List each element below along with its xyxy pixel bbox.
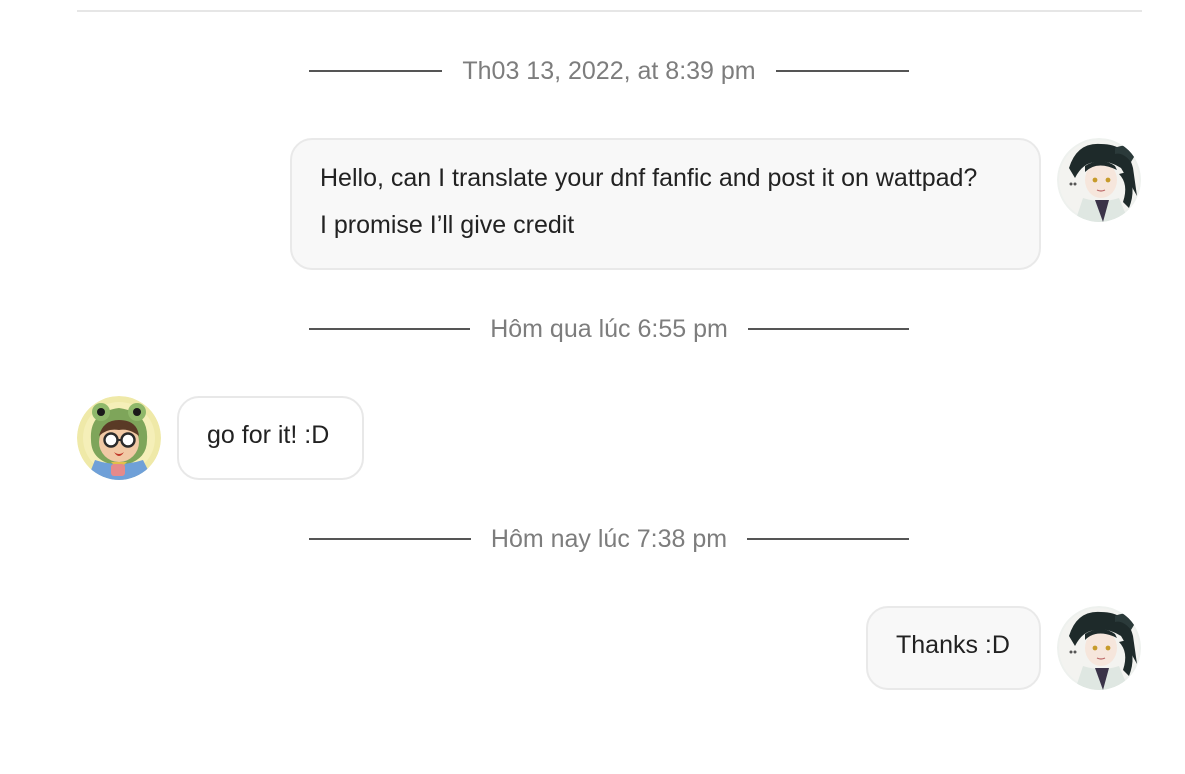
divider-line-left bbox=[309, 328, 471, 330]
anime-character-avatar-icon[interactable] bbox=[1057, 138, 1141, 222]
date-divider-label: Hôm qua lúc 6:55 pm bbox=[490, 314, 728, 343]
divider-line-left bbox=[309, 70, 443, 72]
divider-line-right bbox=[747, 328, 909, 330]
divider-line-right bbox=[775, 70, 910, 72]
date-divider: Hôm qua lúc 6:55 pm bbox=[309, 314, 909, 344]
date-divider-label: Hôm nay lúc 7:38 pm bbox=[490, 524, 728, 553]
message-bubble-outgoing[interactable]: Hello, can I translate your dnf fanfic a… bbox=[290, 138, 1041, 270]
header-separator bbox=[77, 10, 1142, 12]
message-bubble-outgoing[interactable]: Thanks :D bbox=[866, 606, 1041, 690]
date-divider-label: Th03 13, 2022, at 8:39 pm bbox=[462, 56, 756, 85]
divider-line-right bbox=[747, 538, 909, 540]
message-text-line: go for it! :D bbox=[207, 421, 330, 449]
avatar-image bbox=[77, 396, 161, 480]
date-divider: Th03 13, 2022, at 8:39 pm bbox=[309, 56, 910, 86]
frog-hood-character-avatar-icon[interactable] bbox=[77, 396, 161, 480]
divider-line-left bbox=[309, 538, 471, 540]
date-divider: Hôm nay lúc 7:38 pm bbox=[309, 524, 909, 554]
message-bubble-incoming[interactable]: go for it! :D bbox=[177, 396, 364, 480]
message-text-line: I promise I’ll give credit bbox=[320, 211, 575, 239]
message-text-line: Hello, can I translate your dnf fanfic a… bbox=[320, 164, 978, 192]
avatar-image bbox=[1057, 606, 1141, 690]
avatar-image bbox=[1057, 138, 1141, 222]
anime-character-avatar-icon[interactable] bbox=[1057, 606, 1141, 690]
message-text-line: Thanks :D bbox=[896, 631, 1010, 659]
